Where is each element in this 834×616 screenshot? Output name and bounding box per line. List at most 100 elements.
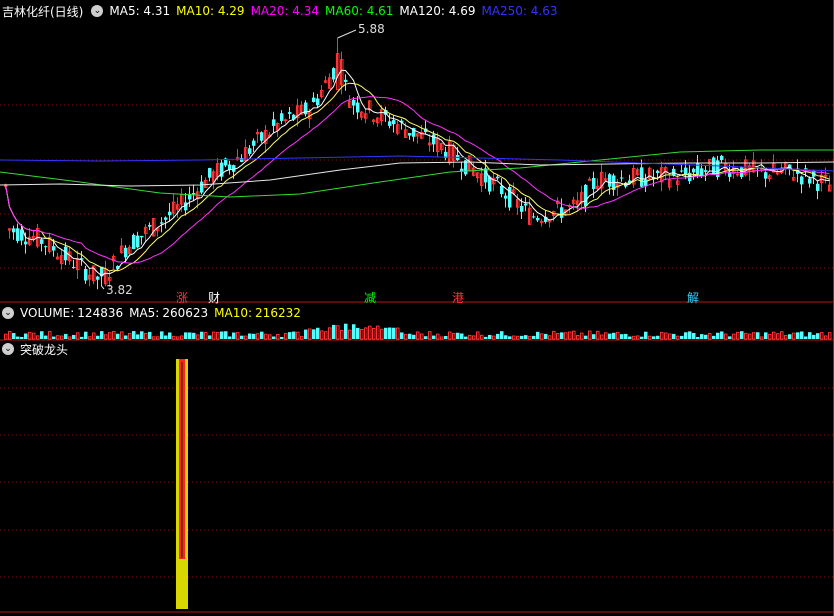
volume-bar xyxy=(596,330,600,340)
candle-body xyxy=(228,164,232,170)
candle-body xyxy=(84,268,88,281)
volume-bar xyxy=(540,333,544,340)
volume-bar xyxy=(376,325,380,340)
volume-bar xyxy=(440,336,444,340)
candle-body xyxy=(136,235,140,248)
moving-average-lines xyxy=(0,69,834,277)
volume-bar xyxy=(624,333,628,339)
volume-bar xyxy=(736,331,740,340)
candle-body xyxy=(316,98,320,106)
candle-body xyxy=(620,177,624,179)
volume-bar xyxy=(44,335,48,339)
signal-bar-core xyxy=(181,362,183,558)
volume-bar xyxy=(148,331,152,339)
volume-bar xyxy=(780,331,784,340)
volume-bar xyxy=(176,336,180,340)
volume-bar xyxy=(520,335,524,339)
candle-body xyxy=(12,228,16,233)
volume-bar xyxy=(460,333,464,339)
volume-bar xyxy=(688,331,692,339)
volume-bar xyxy=(716,332,720,339)
event-tag-3[interactable]: 减 xyxy=(364,289,376,306)
candle-body xyxy=(800,176,804,185)
volume-bar xyxy=(32,332,36,340)
volume-bar xyxy=(36,335,40,340)
event-tag-4[interactable]: 港 xyxy=(452,289,464,306)
candle-body xyxy=(764,172,768,179)
volume-bar xyxy=(324,331,328,340)
candle-body xyxy=(192,193,196,195)
volume-bar xyxy=(220,331,224,339)
volume-bar xyxy=(608,333,612,339)
volume-bar xyxy=(412,334,416,339)
candle-body xyxy=(524,203,528,206)
volume-bar xyxy=(192,332,196,339)
high-price-label: 5.88 xyxy=(358,22,385,36)
volume-bar xyxy=(480,334,484,340)
volume-bar xyxy=(264,333,268,340)
volume-bar xyxy=(640,336,644,339)
volume-bar xyxy=(228,336,232,339)
volume-bar xyxy=(188,332,192,339)
volume-bar xyxy=(428,331,432,340)
volume-bar xyxy=(204,332,208,340)
low-price-pointer xyxy=(101,285,105,290)
candle-body xyxy=(72,267,76,269)
volume-bar xyxy=(644,331,648,339)
volume-bar xyxy=(484,336,488,339)
volume-bar xyxy=(124,335,128,339)
candle-body xyxy=(500,185,504,195)
volume-bar xyxy=(56,335,60,340)
volume-bar xyxy=(472,335,476,340)
ma60-line xyxy=(0,149,834,198)
volume-bar xyxy=(60,335,64,340)
volume-bar xyxy=(724,333,728,340)
volume-bar xyxy=(816,333,820,339)
volume-bar xyxy=(504,335,508,339)
candle-body xyxy=(148,224,152,227)
volume-bar xyxy=(372,327,376,340)
indicator-title[interactable]: 突破龙头 xyxy=(20,341,68,358)
candle-body xyxy=(208,168,212,178)
volume-bar xyxy=(720,331,724,339)
volume-bar xyxy=(788,334,792,339)
candle-body xyxy=(824,174,828,177)
candle-body xyxy=(124,247,128,258)
candle-body xyxy=(804,168,808,170)
candle-body xyxy=(680,170,684,172)
volume-bar xyxy=(612,332,616,339)
candle-body xyxy=(608,174,612,187)
volume-bar xyxy=(420,333,424,340)
event-tag-2[interactable]: 财 xyxy=(208,289,220,306)
collapse-icon[interactable]: ⌄ xyxy=(2,343,14,355)
volume-bar xyxy=(548,335,552,340)
volume-bar xyxy=(320,330,324,340)
volume-bar xyxy=(616,331,620,340)
volume-bar xyxy=(316,327,320,339)
volume-bar xyxy=(20,336,24,339)
volume-bar xyxy=(252,333,256,339)
candle-body xyxy=(536,217,540,221)
volume-bar xyxy=(576,335,580,340)
event-tag-1[interactable]: 涨 xyxy=(176,289,188,306)
candle-body xyxy=(588,178,592,181)
stock-title[interactable]: 吉林化纤(日线) xyxy=(2,3,83,20)
volume-bar xyxy=(728,336,732,339)
indicator-signal xyxy=(176,359,188,609)
volume-bar xyxy=(772,331,776,340)
ma-legend-item: MA120: 4.69 xyxy=(399,4,476,18)
ma-legend-item: MA5: 4.31 xyxy=(109,4,171,18)
volume-bar xyxy=(704,334,708,339)
low-price-label: 3.82 xyxy=(106,283,133,297)
volume-bar xyxy=(408,333,412,339)
candle-body xyxy=(332,68,336,80)
volume-bar xyxy=(200,331,204,339)
volume-bar xyxy=(304,329,308,339)
event-tag-5[interactable]: 解 xyxy=(687,289,699,306)
volume-bar xyxy=(104,334,108,340)
collapse-icon[interactable]: ⌄ xyxy=(91,5,104,17)
volume-bar xyxy=(360,328,364,340)
collapse-icon[interactable]: ⌄ xyxy=(2,307,14,319)
volume-bar xyxy=(268,334,272,340)
volume-bar xyxy=(308,328,312,340)
